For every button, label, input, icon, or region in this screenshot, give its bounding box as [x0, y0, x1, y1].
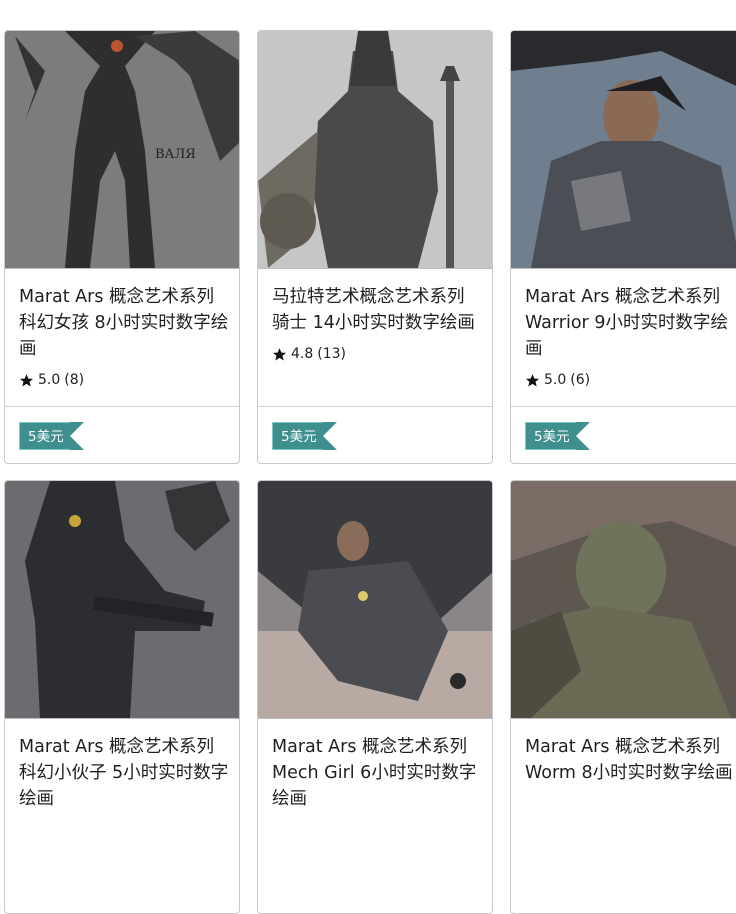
product-footer: 5美元 — [258, 406, 492, 463]
product-title[interactable]: Marat Ars 概念艺术系列 Warrior 9小时实时数字绘画 — [525, 284, 736, 362]
product-title[interactable]: Marat Ars 概念艺术系列 科幻女孩 8小时实时数字绘画 — [19, 284, 231, 362]
price-label: 5美元 — [19, 422, 70, 450]
product-footer: 5美元 — [5, 406, 239, 463]
product-card[interactable]: Marat Ars 概念艺术系列 Worm 8小时实时数字绘画 — [510, 480, 736, 914]
product-card[interactable]: Marat Ars 概念艺术系列 Warrior 9小时实时数字绘画 5.0 (… — [510, 30, 736, 464]
product-title[interactable]: Marat Ars 概念艺术系列 Mech Girl 6小时实时数字绘画 — [272, 734, 484, 812]
star-icon — [19, 373, 34, 386]
product-rating: 5.0 (8) — [19, 372, 84, 388]
star-icon — [272, 347, 287, 360]
product-thumbnail[interactable] — [258, 31, 492, 268]
price-tag-notch — [575, 422, 590, 450]
price-tag: 5美元 — [525, 422, 590, 450]
product-title[interactable]: Marat Ars 概念艺术系列 Worm 8小时实时数字绘画 — [525, 734, 736, 786]
product-info: 马拉特艺术概念艺术系列 骑士 14小时实时数字绘画 4.8 (13) — [258, 268, 492, 406]
rating-value: 5.0 — [544, 372, 567, 388]
product-thumbnail[interactable] — [258, 481, 492, 718]
rating-count: (8) — [64, 372, 85, 388]
price-label: 5美元 — [272, 422, 323, 450]
rating-count: (13) — [317, 346, 347, 362]
price-label: 5美元 — [525, 422, 576, 450]
rating-value: 5.0 — [38, 372, 61, 388]
product-info: Marat Ars 概念艺术系列 Worm 8小时实时数字绘画 — [511, 718, 736, 856]
rating-value: 4.8 — [291, 346, 314, 362]
product-card[interactable]: 马拉特艺术概念艺术系列 骑士 14小时实时数字绘画 4.8 (13) 5美元 — [257, 30, 493, 464]
product-thumbnail[interactable] — [511, 31, 736, 268]
product-info: Marat Ars 概念艺术系列 科幻小伙子 5小时实时数字绘画 — [5, 718, 239, 856]
product-footer: 5美元 — [511, 406, 736, 463]
product-rating: 4.8 (13) — [272, 346, 346, 362]
product-thumbnail[interactable]: ВАЛЯ — [5, 31, 239, 268]
rating-count: (6) — [570, 372, 591, 388]
price-tag: 5美元 — [19, 422, 84, 450]
product-title[interactable]: Marat Ars 概念艺术系列 科幻小伙子 5小时实时数字绘画 — [19, 734, 231, 812]
product-card[interactable]: Marat Ars 概念艺术系列 科幻小伙子 5小时实时数字绘画 — [4, 480, 240, 914]
product-rating: 5.0 (6) — [525, 372, 590, 388]
product-card[interactable]: ВАЛЯ Marat Ars 概念艺术系列 科幻女孩 8小时实时数字绘画 5.0… — [4, 30, 240, 464]
price-tag-notch — [69, 422, 84, 450]
product-info: Marat Ars 概念艺术系列 Mech Girl 6小时实时数字绘画 — [258, 718, 492, 856]
image-caption: ВАЛЯ — [155, 147, 196, 162]
product-card[interactable]: Marat Ars 概念艺术系列 Mech Girl 6小时实时数字绘画 — [257, 480, 493, 914]
star-icon — [525, 373, 540, 386]
product-title[interactable]: 马拉特艺术概念艺术系列 骑士 14小时实时数字绘画 — [272, 284, 484, 336]
price-tag: 5美元 — [272, 422, 337, 450]
product-info: Marat Ars 概念艺术系列 科幻女孩 8小时实时数字绘画 5.0 (8) — [5, 268, 239, 406]
price-tag-notch — [322, 422, 337, 450]
product-thumbnail[interactable] — [511, 481, 736, 718]
product-thumbnail[interactable] — [5, 481, 239, 718]
product-info: Marat Ars 概念艺术系列 Warrior 9小时实时数字绘画 5.0 (… — [511, 268, 736, 406]
